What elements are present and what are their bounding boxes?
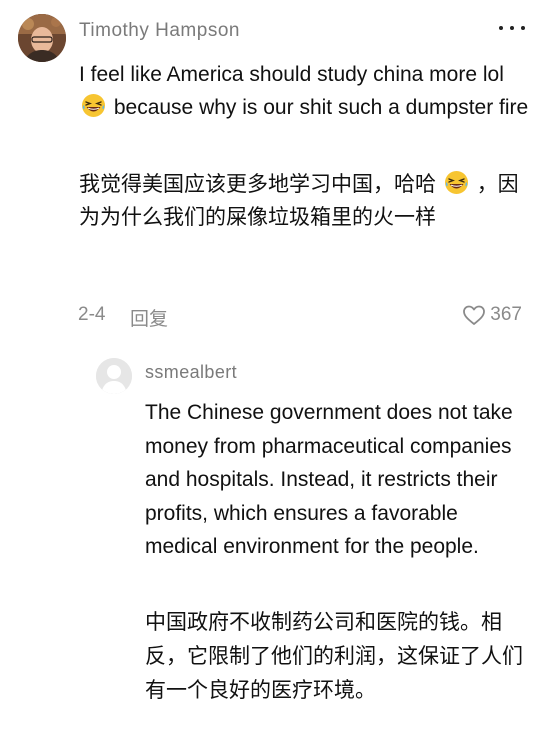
comment-text-en-part2: because why is our shit such a dumpster … <box>113 96 529 119</box>
default-avatar-icon <box>96 358 132 394</box>
like-button[interactable]: 367 <box>462 304 522 326</box>
user-photo-avatar-icon <box>18 14 66 62</box>
comment-text-zh: 我觉得美国应该更多地学习中国，哈哈 ，因为为什么我们的屎像垃圾箱里的火一样 <box>79 168 519 234</box>
user-avatar[interactable] <box>18 14 66 62</box>
comment-author[interactable]: Timothy Hampson <box>79 20 240 42</box>
comment-date: 2-4 <box>78 304 106 325</box>
grinning-squinting-face-emoji-icon <box>444 171 468 194</box>
reply-avatar[interactable] <box>96 358 132 394</box>
reply-author[interactable]: ssmealbert <box>145 362 237 383</box>
comment-text-en-part1: I feel like America should study china m… <box>79 63 504 86</box>
reply-text-en: The Chinese government does not take mon… <box>145 401 513 558</box>
reply-button[interactable]: 回复 <box>130 304 168 331</box>
ellipsis-icon[interactable] <box>499 16 525 40</box>
comment-text-zh-part1: 我觉得美国应该更多地学习中国，哈哈 <box>79 173 436 196</box>
comment-text-en: I feel like America should study china m… <box>79 58 529 124</box>
grinning-squinting-face-emoji-icon <box>82 94 105 117</box>
like-count: 367 <box>490 304 522 325</box>
heart-outline-icon <box>463 305 486 325</box>
comment-meta: 2-4 回复 367 <box>78 304 528 330</box>
reply-text-zh: 中国政府不收制药公司和医院的钱。相反，它限制了他们的利润，这保证了人们有一个良好… <box>145 611 523 702</box>
